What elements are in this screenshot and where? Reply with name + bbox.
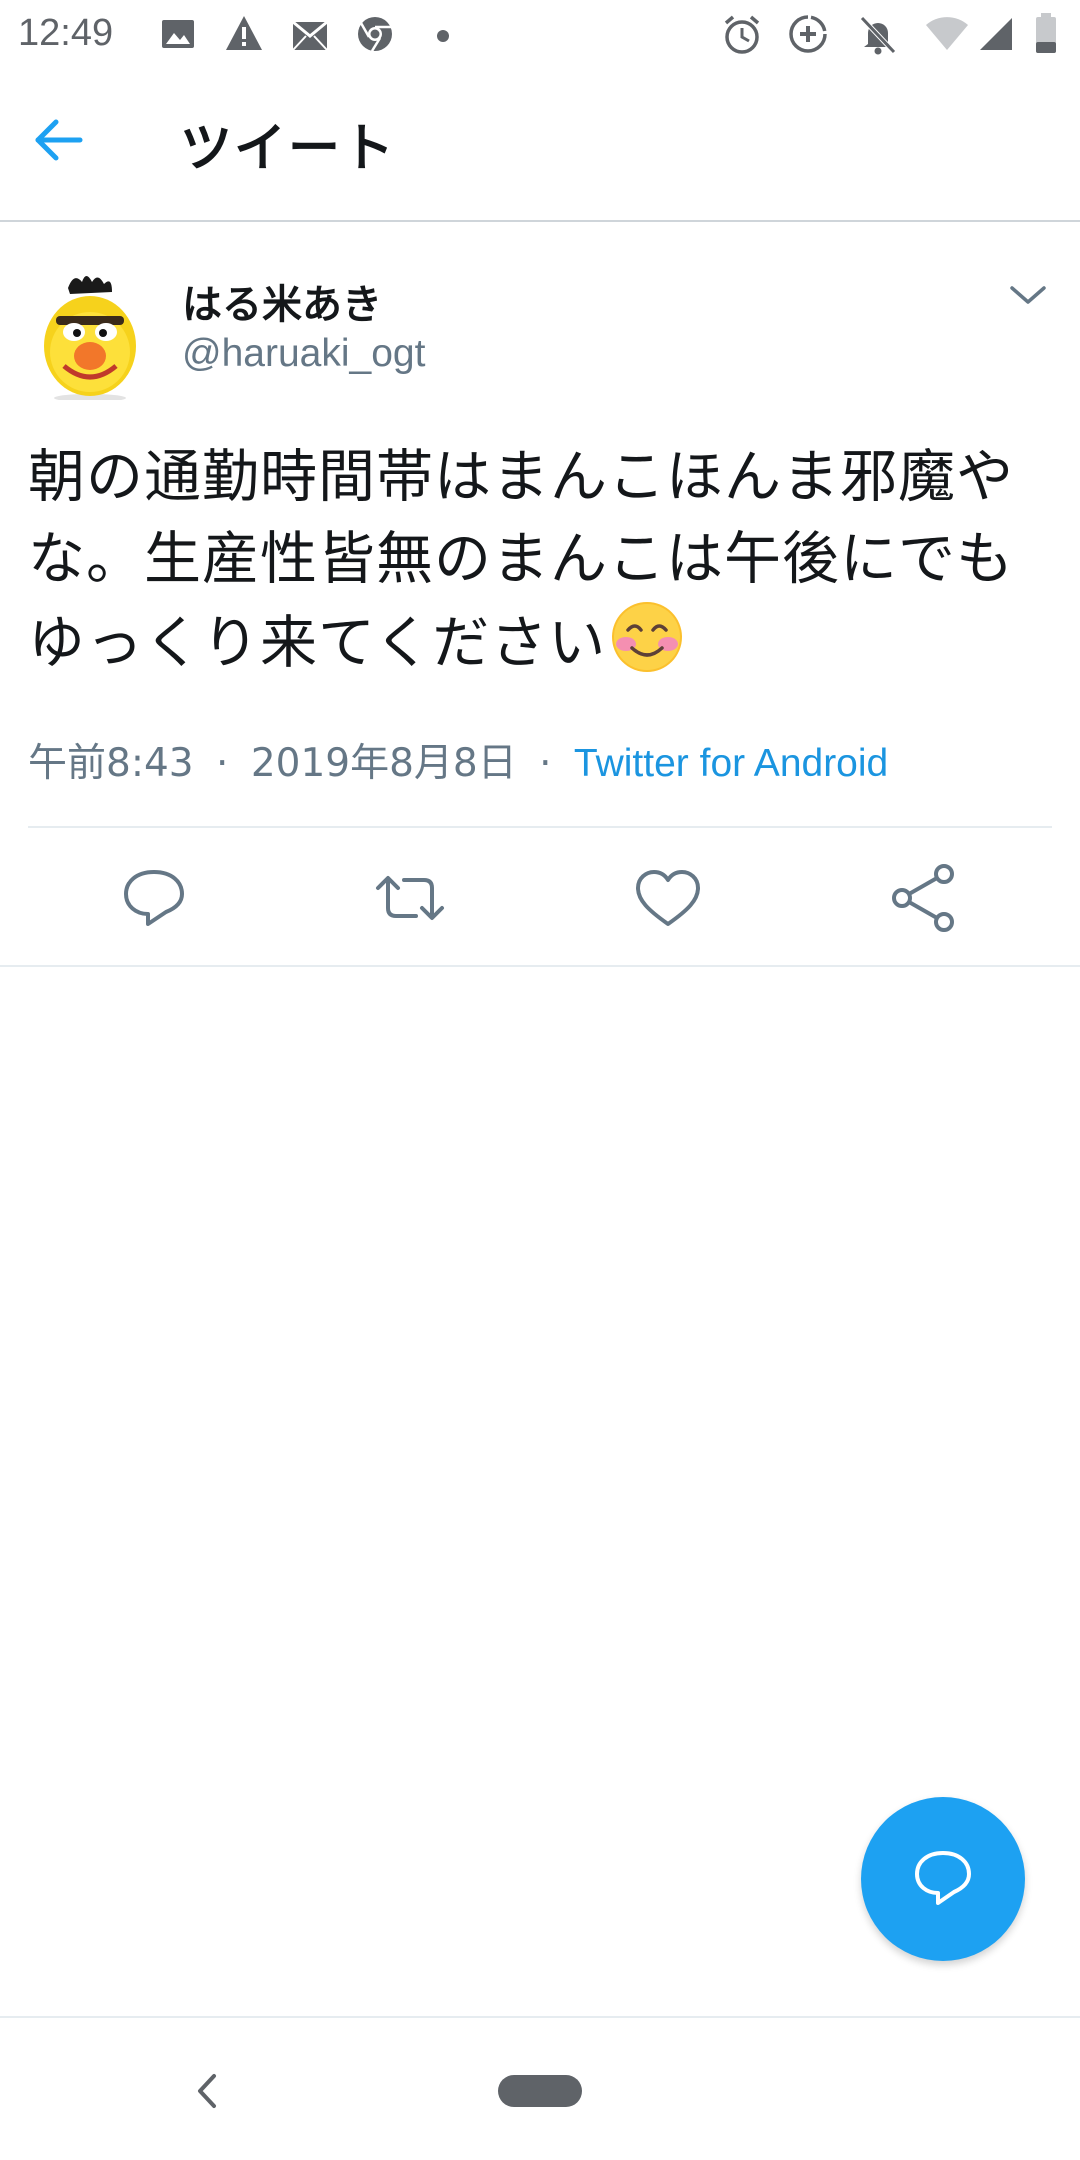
- mail-icon: [290, 14, 330, 58]
- tweet-menu-button[interactable]: [1008, 280, 1056, 320]
- meta-separator: ·: [216, 741, 229, 786]
- reply-button[interactable]: [114, 860, 194, 936]
- nav-home-pill[interactable]: [498, 2075, 582, 2107]
- screen: 12:49 ツイート はる米あき @haruaki_ogt 朝の通勤時間帯はまん…: [0, 0, 1080, 2160]
- meta-separator: ·: [539, 741, 552, 786]
- chrome-icon: [356, 15, 394, 57]
- share-button[interactable]: [884, 860, 964, 936]
- data-saver-icon: [788, 14, 828, 58]
- tweet-detail: はる米あき @haruaki_ogt 朝の通勤時間帯はまんこほんま邪魔やな。生産…: [0, 220, 1080, 967]
- reply-icon: [124, 870, 184, 926]
- reply-fab[interactable]: [861, 1797, 1025, 1961]
- tweet-date: 2019年8月8日: [250, 741, 517, 786]
- warning-icon: [224, 14, 264, 56]
- nav-back-icon: [198, 2074, 216, 2108]
- arrow-left-icon: [35, 119, 83, 161]
- tweet-text: 朝の通勤時間帯はまんこほんま邪魔やな。生産性皆無のまんこは午後にでもゆっくり来て…: [28, 436, 1058, 684]
- avatar[interactable]: [30, 270, 150, 402]
- share-icon: [892, 864, 954, 932]
- dot-icon: [436, 28, 450, 47]
- like-button[interactable]: [628, 860, 708, 936]
- status-time: 12:49: [18, 12, 114, 54]
- tweet-text-body: 朝の通勤時間帯はまんこほんま邪魔やな。生産性皆無のまんこは午後にでもゆっくり来て…: [28, 444, 1014, 676]
- signal-icon: [978, 16, 1014, 56]
- tweet-time: 午前8:43: [28, 741, 194, 786]
- status-bar: 12:49: [0, 0, 1080, 72]
- like-icon: [636, 870, 700, 926]
- display-name[interactable]: はる米あき: [182, 272, 382, 330]
- divider: [28, 826, 1052, 828]
- app-header: ツイート: [0, 72, 1080, 222]
- chevron-down-icon: [1010, 286, 1046, 304]
- bell-off-icon: [858, 14, 898, 60]
- retweet-icon: [376, 876, 444, 920]
- wifi-icon: [924, 16, 970, 56]
- page-title: ツイート: [180, 119, 397, 179]
- smiling-face-with-blush-icon: [610, 600, 684, 674]
- retweet-button[interactable]: [370, 860, 450, 936]
- compose-reply-icon: [915, 1851, 971, 1905]
- alarm-icon: [722, 14, 762, 60]
- tweet-source-link[interactable]: Twitter for Android: [574, 742, 888, 785]
- system-nav-bar: [0, 2016, 1080, 2160]
- nav-back-button[interactable]: [186, 2066, 226, 2116]
- back-button[interactable]: [30, 110, 110, 182]
- tweet-meta: 午前8:43 · 2019年8月8日 · Twitter for Android: [28, 732, 888, 788]
- image-icon: [160, 16, 196, 56]
- user-handle[interactable]: @haruaki_ogt: [182, 332, 425, 376]
- battery-icon: [1034, 12, 1058, 58]
